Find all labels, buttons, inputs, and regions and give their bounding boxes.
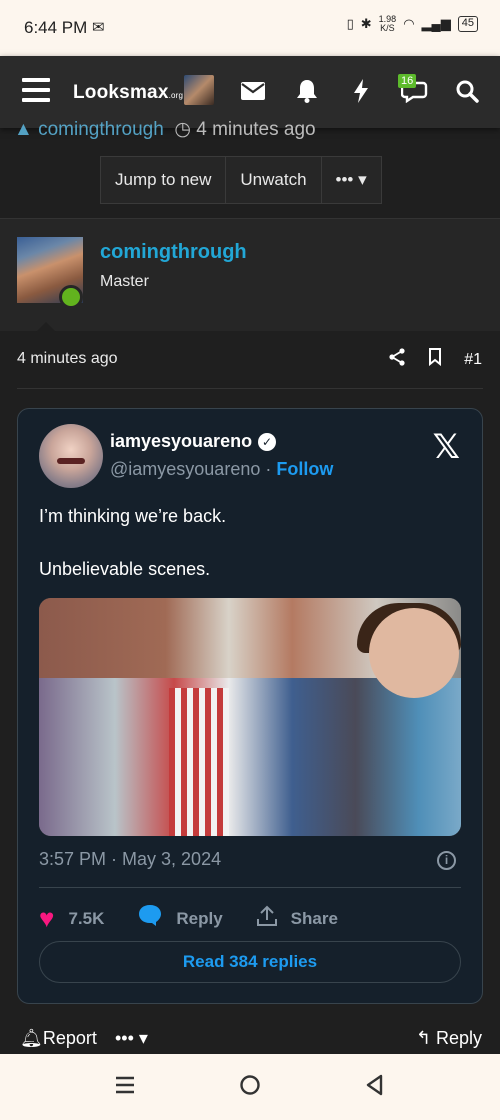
vibrate-icon: ▯ xyxy=(346,16,354,31)
bluetooth-icon: ✱ xyxy=(360,16,372,31)
post-user-box: comingthrough Master xyxy=(0,219,500,331)
tweet-media-image[interactable] xyxy=(39,598,461,836)
bell-icon[interactable] xyxy=(292,76,322,106)
tweet-handle-line: @iamyesyouareno · Follow xyxy=(110,459,334,479)
share-icon[interactable] xyxy=(388,348,406,371)
system-navigation-bar xyxy=(0,1054,500,1120)
author-role: Master xyxy=(100,273,149,290)
x-logo-icon[interactable]: 𝕏 xyxy=(433,427,460,467)
verified-badge-icon: ✓ xyxy=(258,432,277,451)
speech-bubble-icon xyxy=(138,904,162,933)
tweet-text-line-1: I’m thinking we’re back. xyxy=(39,506,227,526)
divider xyxy=(17,388,483,389)
author-name[interactable]: comingthrough xyxy=(100,241,247,264)
status-time: 6:44 PM xyxy=(24,18,88,37)
tweet-author-name[interactable]: iamyesyouareno ✓ xyxy=(110,431,277,452)
lightning-icon[interactable] xyxy=(346,76,376,106)
reply-arrow-icon: ↰ xyxy=(415,1028,436,1048)
tweet-date[interactable]: 3:57 PM · May 3, 2024 xyxy=(39,849,221,870)
prev-author-link[interactable]: comingthrough xyxy=(38,119,164,140)
wifi-icon: ◠ xyxy=(403,16,415,31)
read-replies-button[interactable]: Read 384 replies xyxy=(39,941,461,983)
prev-post-meta: ▲ comingthrough ◷ 4 minutes ago xyxy=(14,118,316,141)
search-icon[interactable] xyxy=(452,76,482,106)
user-avatar[interactable] xyxy=(184,75,214,105)
share-action[interactable]: Share xyxy=(256,905,338,933)
follow-link[interactable]: Follow xyxy=(276,459,333,479)
back-icon[interactable] xyxy=(365,1072,385,1103)
home-icon[interactable] xyxy=(239,1072,261,1103)
info-icon[interactable]: i xyxy=(437,851,456,870)
site-logo[interactable]: Looksmax.org xyxy=(73,82,183,104)
post-footer: 🔔︎Report ••• ▾ ↰ Reply xyxy=(0,1028,500,1052)
report-button[interactable]: 🔔︎Report xyxy=(20,1028,97,1049)
menu-icon[interactable] xyxy=(22,78,50,102)
post-number[interactable]: #1 xyxy=(464,351,482,369)
signal-icon: ▂▄▆ xyxy=(421,16,451,31)
prev-time: 4 minutes ago xyxy=(196,119,316,140)
status-icons: ▯ ✱ 1.98 K/S ◠ ▂▄▆ 45 xyxy=(347,15,478,33)
userbox-arrow xyxy=(36,322,56,332)
network-speed: 1.98 K/S xyxy=(378,14,397,33)
tweet-divider xyxy=(39,887,461,888)
bookmark-icon[interactable] xyxy=(428,348,442,371)
share-label: Share xyxy=(290,908,338,928)
envelope-icon[interactable] xyxy=(238,76,268,106)
reply-action[interactable]: Reply xyxy=(138,904,223,933)
clock-icon: ◷ xyxy=(174,119,191,140)
mail-notification-icon: ✉ xyxy=(92,19,105,36)
like-action[interactable]: ♥ 7.5K xyxy=(39,903,104,934)
user-icon: ▲ xyxy=(14,119,33,140)
online-indicator xyxy=(59,285,83,309)
tweet-author-avatar[interactable] xyxy=(39,424,103,488)
jump-to-new-button[interactable]: Jump to new xyxy=(101,157,227,203)
status-bar: 6:44 PM ✉ ▯ ✱ 1.98 K/S ◠ ▂▄▆ 45 xyxy=(0,0,500,56)
thread-button-group: Jump to new Unwatch ••• ▾ xyxy=(100,156,382,204)
embedded-tweet: iamyesyouareno ✓ @iamyesyouareno · Follo… xyxy=(17,408,483,1004)
tweet-handle[interactable]: @iamyesyouareno xyxy=(110,459,260,479)
tweet-text-line-2: Unbelievable scenes. xyxy=(39,559,211,579)
post-actions: #1 xyxy=(388,348,482,371)
bell-icon: 🔔︎ xyxy=(20,1028,43,1048)
like-count: 7.5K xyxy=(68,908,105,928)
post-time[interactable]: 4 minutes ago xyxy=(17,350,118,368)
more-options-button[interactable]: ••• ▾ xyxy=(322,157,381,203)
notification-badge: 16 xyxy=(398,74,417,88)
upload-icon xyxy=(256,905,277,933)
recent-apps-icon[interactable] xyxy=(114,1072,136,1103)
reply-label: Reply xyxy=(176,908,223,928)
heart-icon: ♥ xyxy=(39,903,55,933)
unwatch-button[interactable]: Unwatch xyxy=(226,157,322,203)
footer-more-button[interactable]: ••• ▾ xyxy=(115,1028,148,1049)
battery-indicator: 45 xyxy=(457,16,478,32)
reply-button[interactable]: ↰ Reply xyxy=(416,1028,482,1049)
tweet-actions: ♥ 7.5K Reply Share xyxy=(39,903,372,934)
